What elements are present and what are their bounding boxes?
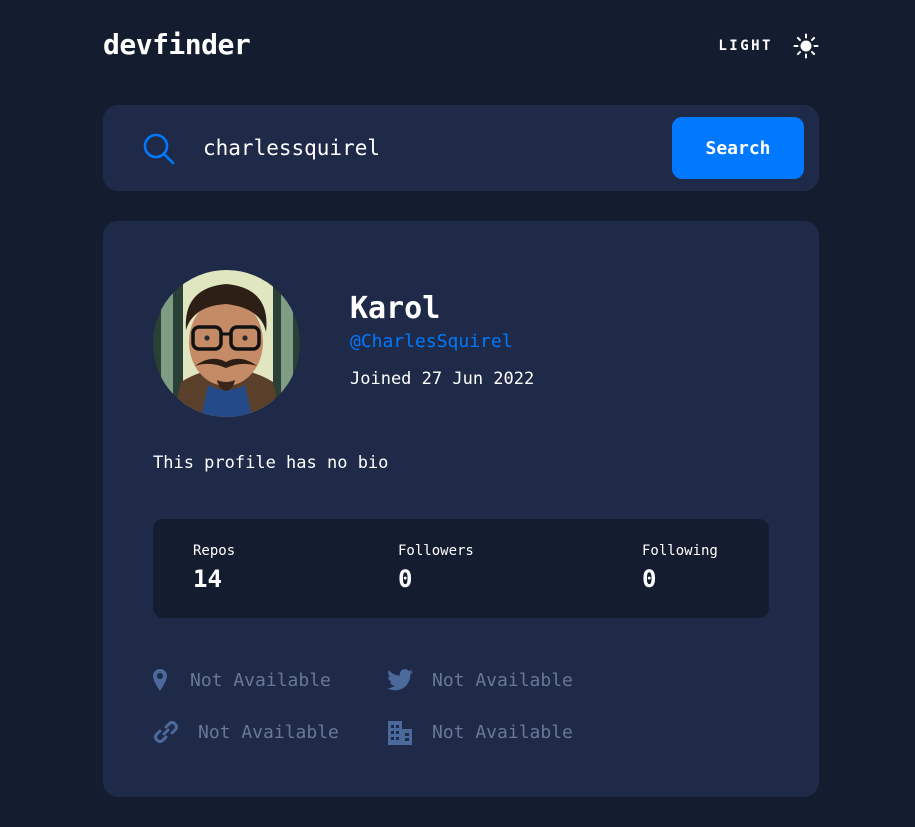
company-icon xyxy=(388,721,412,745)
devfinder-app: devfinder LIGHT charlessquirel Search Ka… xyxy=(0,0,915,827)
search-bar: Search xyxy=(103,105,819,191)
link-icon xyxy=(154,721,178,743)
avatar xyxy=(153,270,300,417)
stat-followers: Followers 0 xyxy=(398,541,474,595)
stat-repos: Repos 14 xyxy=(193,541,235,595)
company-item: Not Available xyxy=(387,718,573,746)
sun-icon xyxy=(793,33,819,59)
stats-panel: Repos 14 Followers 0 Following 0 xyxy=(153,519,769,618)
stat-label: Following xyxy=(642,543,718,559)
twitter-text: Not Available xyxy=(432,669,573,691)
theme-toggle-button[interactable]: LIGHT xyxy=(718,32,819,60)
twitter-icon xyxy=(387,669,413,691)
location-item: Not Available xyxy=(153,666,331,694)
avatar-image xyxy=(153,270,300,417)
stat-value: 0 xyxy=(398,565,413,593)
location-text: Not Available xyxy=(190,669,331,691)
header: devfinder LIGHT xyxy=(103,28,819,64)
stat-value: 14 xyxy=(193,565,222,593)
app-logo: devfinder xyxy=(103,28,251,61)
stat-label: Followers xyxy=(398,543,474,559)
company-text: Not Available xyxy=(432,721,573,743)
profile-card: Karol @CharlesSquirel Joined 27 Jun 2022… xyxy=(103,221,819,797)
theme-toggle-label: LIGHT xyxy=(718,38,773,54)
stat-value: 0 xyxy=(642,565,657,593)
stat-label: Repos xyxy=(193,543,236,559)
profile-handle-link[interactable]: @CharlesSquirel xyxy=(350,330,513,354)
blog-text[interactable]: Not Available xyxy=(198,722,339,743)
twitter-item: Not Available xyxy=(387,666,573,694)
search-input[interactable] xyxy=(203,127,653,169)
profile-bio: This profile has no bio xyxy=(153,453,389,473)
profile-name: Karol xyxy=(350,291,441,326)
profile-links: Not Available Not Available Not Availabl… xyxy=(153,666,773,776)
joined-date: Joined 27 Jun 2022 xyxy=(350,369,535,389)
search-button[interactable]: Search xyxy=(672,117,804,179)
location-icon xyxy=(153,669,167,691)
search-icon xyxy=(143,133,175,165)
blog-item: Not Available xyxy=(153,718,339,746)
stat-following: Following 0 xyxy=(642,541,718,595)
